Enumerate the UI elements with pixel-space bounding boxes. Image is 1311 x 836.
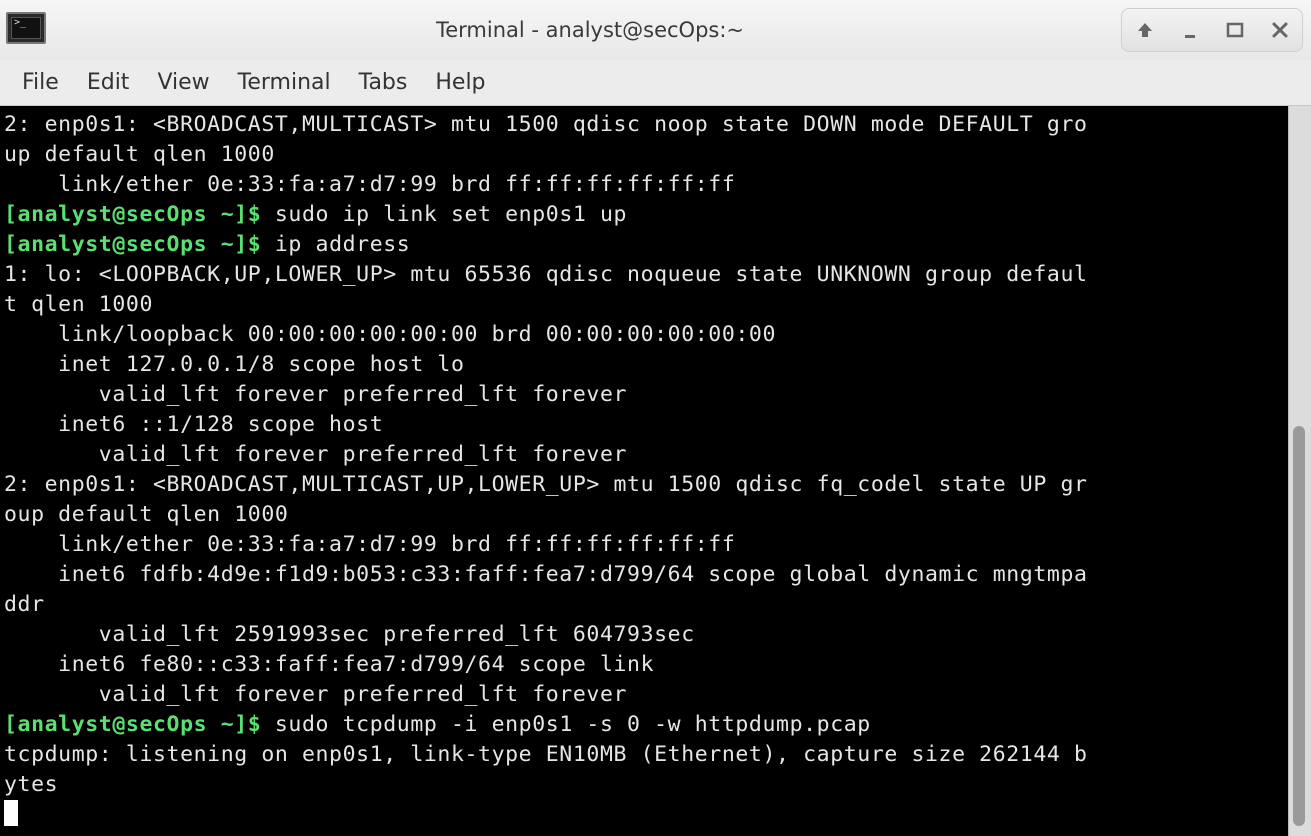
output-text: inet6 fe80::c33:faff:fea7:d799/64 scope … (4, 652, 655, 677)
menu-terminal[interactable]: Terminal (224, 60, 345, 106)
window-controls (1121, 8, 1303, 52)
terminal-line: valid_lft 2591993sec preferred_lft 60479… (0, 620, 1288, 650)
menu-help[interactable]: Help (421, 60, 499, 106)
shell-prompt: [analyst@secOps ~]$ (4, 232, 262, 257)
menu-file[interactable]: File (8, 60, 73, 106)
scrollbar[interactable] (1288, 106, 1311, 836)
output-text: link/loopback 00:00:00:00:00:00 brd 00:0… (4, 322, 777, 347)
terminal-line: valid_lft forever preferred_lft forever (0, 380, 1288, 410)
terminal-line: 1: lo: <LOOPBACK,UP,LOWER_UP> mtu 65536 … (0, 260, 1288, 290)
maximize-icon[interactable] (1218, 13, 1252, 47)
output-text: valid_lft forever preferred_lft forever (4, 442, 628, 467)
terminal-line: up default qlen 1000 (0, 140, 1288, 170)
terminal-line: link/ether 0e:33:fa:a7:d7:99 brd ff:ff:f… (0, 530, 1288, 560)
terminal-line: link/ether 0e:33:fa:a7:d7:99 brd ff:ff:f… (0, 170, 1288, 200)
output-text: valid_lft forever preferred_lft forever (4, 382, 628, 407)
terminal-line: valid_lft forever preferred_lft forever (0, 440, 1288, 470)
output-text: 2: enp0s1: <BROADCAST,MULTICAST> mtu 150… (4, 112, 1088, 137)
output-text: up default qlen 1000 (4, 142, 275, 167)
menu-tabs[interactable]: Tabs (345, 60, 422, 106)
menu-bar: File Edit View Terminal Tabs Help (0, 60, 1311, 106)
command-text: sudo ip link set enp0s1 up (261, 202, 628, 227)
close-icon[interactable] (1263, 13, 1297, 47)
scrollbar-thumb[interactable] (1293, 426, 1305, 826)
output-text: inet6 ::1/128 scope host (4, 412, 384, 437)
terminal-line: oup default qlen 1000 (0, 500, 1288, 530)
output-text: inet 127.0.0.1/8 scope host lo (4, 352, 465, 377)
output-text: 2: enp0s1: <BROADCAST,MULTICAST,UP,LOWER… (4, 472, 1088, 497)
terminal-line: ytes (0, 770, 1288, 800)
terminal-line: inet6 ::1/128 scope host (0, 410, 1288, 440)
up-icon[interactable] (1128, 13, 1162, 47)
output-text: 1: lo: <LOOPBACK,UP,LOWER_UP> mtu 65536 … (4, 262, 1088, 287)
output-text: valid_lft 2591993sec preferred_lft 60479… (4, 622, 695, 647)
output-text: oup default qlen 1000 (4, 502, 289, 527)
terminal-line: tcpdump: listening on enp0s1, link-type … (0, 740, 1288, 770)
menu-edit[interactable]: Edit (73, 60, 144, 106)
title-bar[interactable]: >_ Terminal - analyst@secOps:~ (0, 0, 1311, 60)
window-title: Terminal - analyst@secOps:~ (435, 18, 745, 42)
output-text: link/ether 0e:33:fa:a7:d7:99 brd ff:ff:f… (4, 532, 736, 557)
terminal-output[interactable]: 2: enp0s1: <BROADCAST,MULTICAST> mtu 150… (0, 106, 1288, 836)
terminal-line: valid_lft forever preferred_lft forever (0, 680, 1288, 710)
terminal-line: inet 127.0.0.1/8 scope host lo (0, 350, 1288, 380)
terminal-line: 2: enp0s1: <BROADCAST,MULTICAST> mtu 150… (0, 110, 1288, 140)
output-text: valid_lft forever preferred_lft forever (4, 682, 628, 707)
minimize-icon[interactable] (1173, 13, 1207, 47)
terminal-line: 2: enp0s1: <BROADCAST,MULTICAST,UP,LOWER… (0, 470, 1288, 500)
terminal-window: >_ Terminal - analyst@secOps:~ File Edit… (0, 0, 1311, 836)
output-text: ddr (4, 592, 45, 617)
output-text: link/ether 0e:33:fa:a7:d7:99 brd ff:ff:f… (4, 172, 736, 197)
command-text: sudo tcpdump -i enp0s1 -s 0 -w httpdump.… (261, 712, 871, 737)
shell-prompt: [analyst@secOps ~]$ (4, 712, 262, 737)
command-text: ip address (261, 232, 411, 257)
terminal-line: [analyst@secOps ~]$ sudo ip link set enp… (0, 200, 1288, 230)
terminal-line: inet6 fe80::c33:faff:fea7:d799/64 scope … (0, 650, 1288, 680)
terminal-line: ddr (0, 590, 1288, 620)
menu-view[interactable]: View (143, 60, 223, 106)
output-text: t qlen 1000 (4, 292, 153, 317)
terminal-line: link/loopback 00:00:00:00:00:00 brd 00:0… (0, 320, 1288, 350)
terminal-line: inet6 fdfb:4d9e:f1d9:b053:c33:faff:fea7:… (0, 560, 1288, 590)
output-text: inet6 fdfb:4d9e:f1d9:b053:c33:faff:fea7:… (4, 562, 1088, 587)
output-text: tcpdump: listening on enp0s1, link-type … (4, 742, 1088, 767)
terminal-line: [analyst@secOps ~]$ ip address (0, 230, 1288, 260)
terminal-line: t qlen 1000 (0, 290, 1288, 320)
terminal-line: [analyst@secOps ~]$ sudo tcpdump -i enp0… (0, 710, 1288, 740)
output-text: ytes (4, 772, 59, 797)
shell-prompt: [analyst@secOps ~]$ (4, 202, 262, 227)
text-cursor (4, 800, 18, 826)
terminal-line (0, 800, 1288, 830)
